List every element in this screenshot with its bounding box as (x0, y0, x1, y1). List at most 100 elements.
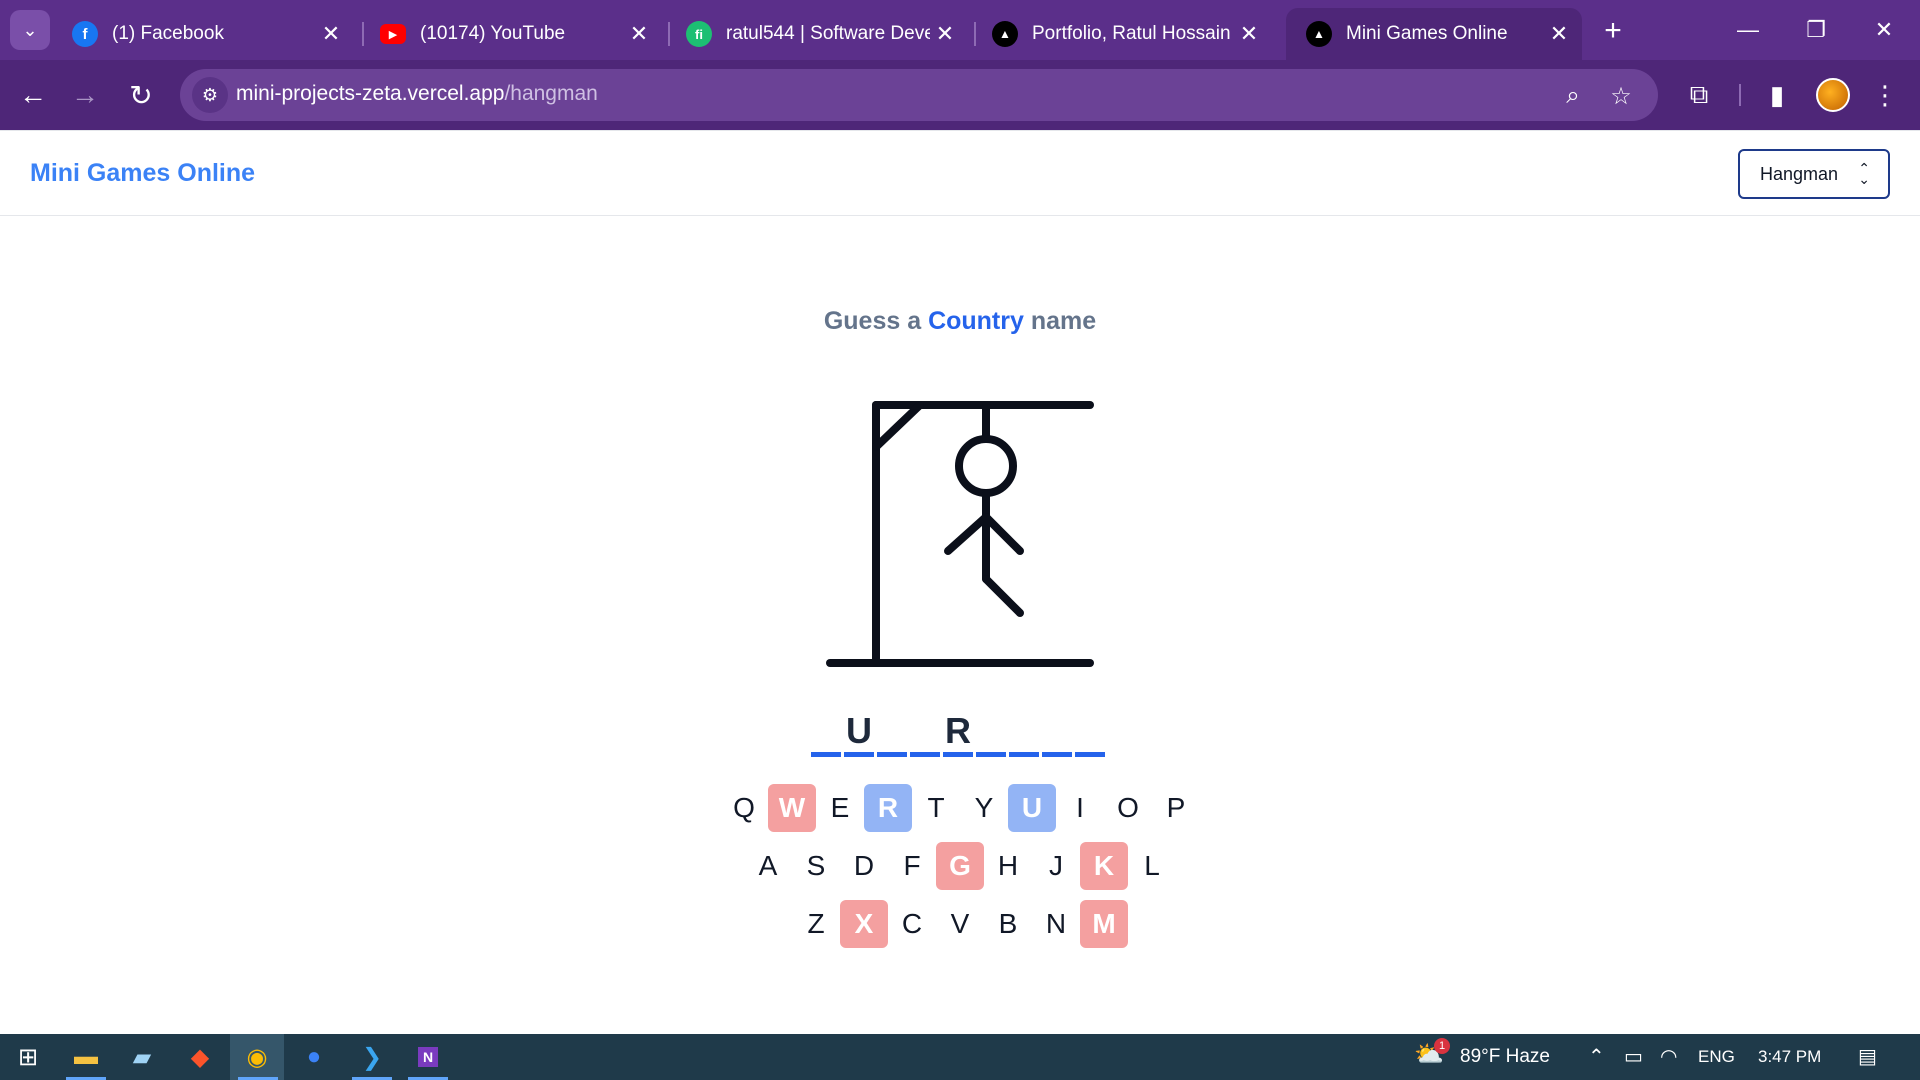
letter-slot: R (943, 711, 973, 757)
letter-key-w[interactable]: W (768, 784, 816, 832)
close-icon[interactable]: ✕ (316, 21, 346, 47)
letter-slot (877, 711, 907, 757)
letter-key-h[interactable]: H (984, 842, 1032, 890)
letter-slot (976, 711, 1006, 757)
letter-slot (811, 711, 841, 757)
close-icon[interactable]: ✕ (1544, 21, 1574, 47)
letter-key-u[interactable]: U (1008, 784, 1056, 832)
letter-key-b[interactable]: B (984, 900, 1032, 948)
keyboard-row: ASDFGHJKL (0, 842, 1920, 890)
letter-key-e[interactable]: E (816, 784, 864, 832)
extensions-puzzle-icon[interactable]: ⧉ (1678, 74, 1720, 116)
address-bar[interactable]: ⚙ mini-projects-zeta.vercel.app/hangman … (180, 69, 1658, 121)
letter-key-q[interactable]: Q (720, 784, 768, 832)
battery-icon[interactable]: ▭ (1624, 1044, 1643, 1069)
file-explorer-icon[interactable]: ▬ (58, 1034, 114, 1080)
letter-key-z[interactable]: Z (792, 900, 840, 948)
game-select-dropdown[interactable]: Hangman ⌃ ⌄ (1738, 149, 1890, 199)
hangman-drawing (826, 401, 1094, 667)
brand-logo-link[interactable]: Mini Games Online (30, 159, 255, 188)
close-icon[interactable]: ✕ (930, 21, 960, 47)
back-arrow-icon[interactable]: ← (12, 74, 54, 116)
fiverr-icon: fi (686, 21, 712, 47)
prompt-suffix: name (1030, 307, 1097, 335)
prompt-prefix: Guess a (823, 307, 922, 335)
brave-icon[interactable]: ◆ (172, 1034, 228, 1080)
letter-key-y[interactable]: Y (960, 784, 1008, 832)
letter-key-m[interactable]: M (1080, 900, 1128, 948)
letter-key-o[interactable]: O (1104, 784, 1152, 832)
wifi-icon[interactable]: ◠ (1660, 1044, 1677, 1069)
letter-key-t[interactable]: T (912, 784, 960, 832)
tab-portfolio[interactable]: ▲ Portfolio, Ratul Hossain ✕ (972, 8, 1272, 60)
url-text[interactable]: mini-projects-zeta.vercel.app/hangman (236, 82, 598, 106)
game-prompt: Guess a Country name (0, 307, 1920, 336)
tab-title: (10174) YouTube (420, 23, 566, 44)
letter-key-i[interactable]: I (1056, 784, 1104, 832)
reload-icon[interactable]: ↻ (120, 74, 162, 116)
select-updown-icon: ⌃ ⌄ (1858, 160, 1870, 187)
letter-key-d[interactable]: D (840, 842, 888, 890)
hangman-right-leg (982, 575, 1024, 617)
toolbar-divider (1739, 84, 1741, 106)
forward-arrow-icon[interactable]: → (64, 74, 106, 116)
close-window-icon[interactable]: ✕ (1854, 8, 1914, 52)
letter-key-c[interactable]: C (888, 900, 936, 948)
side-panel-icon[interactable]: ▮ (1756, 74, 1798, 116)
language-indicator[interactable]: ENG (1698, 1047, 1735, 1067)
letter-slot (1075, 711, 1105, 757)
notification-icon[interactable]: ▤ (1858, 1044, 1877, 1069)
letter-key-n[interactable]: N (1032, 900, 1080, 948)
hangman-head (955, 435, 1017, 497)
firefox-icon[interactable]: ● (286, 1034, 342, 1080)
letter-key-j[interactable]: J (1032, 842, 1080, 890)
bookmark-star-icon[interactable]: ☆ (1606, 81, 1636, 111)
tab-facebook[interactable]: f (1) Facebook ✕ (52, 8, 354, 60)
windows-taskbar: ⊞ ▬ ▰ ◆ ◉ ● ❯ N ⛅ 1 89°F Haze ⌃ ▭ ◠ ENG … (0, 1034, 1920, 1080)
onenote-icon[interactable]: N (400, 1034, 456, 1080)
more-menu-icon[interactable]: ⋮ (1864, 74, 1906, 116)
letter-slot (1042, 711, 1072, 757)
chrome-icon[interactable]: ◉ (230, 1034, 284, 1080)
letter-key-p[interactable]: P (1152, 784, 1200, 832)
weather-text[interactable]: 89°F Haze (1460, 1046, 1550, 1068)
minimize-icon[interactable]: — (1718, 8, 1778, 52)
letter-key-s[interactable]: S (792, 842, 840, 890)
tab-search-chevron-icon[interactable]: ⌄ (10, 10, 50, 50)
word-display: UR (811, 711, 1108, 761)
windows-start-icon[interactable]: ⊞ (0, 1034, 56, 1080)
tab-mini-games[interactable]: ▲ Mini Games Online ✕ (1286, 8, 1582, 60)
letter-slot: U (844, 711, 874, 757)
close-icon[interactable]: ✕ (624, 21, 654, 47)
browser-toolbar: ← → ↻ ⚙ mini-projects-zeta.vercel.app/ha… (0, 60, 1920, 130)
letter-key-r[interactable]: R (864, 784, 912, 832)
letter-slot (1009, 711, 1039, 757)
letter-key-l[interactable]: L (1128, 842, 1176, 890)
tab-title: Mini Games Online (1346, 23, 1508, 44)
letter-key-v[interactable]: V (936, 900, 984, 948)
tab-title: Portfolio, Ratul Hossain (1032, 23, 1231, 44)
site-settings-icon[interactable]: ⚙ (192, 77, 228, 113)
tab-fiverr[interactable]: fi ratul544 | Software Devel ✕ (666, 8, 968, 60)
letter-key-x[interactable]: X (840, 900, 888, 948)
close-icon[interactable]: ✕ (1234, 21, 1264, 47)
notepad-icon[interactable]: ▰ (114, 1034, 170, 1080)
keyboard-row: QWERTYUIOP (0, 784, 1920, 832)
chevron-up-icon[interactable]: ⌃ (1588, 1044, 1605, 1069)
tab-youtube[interactable]: ▶ (10174) YouTube ✕ (360, 8, 662, 60)
vscode-icon[interactable]: ❯ (344, 1034, 400, 1080)
page-content: Mini Games Online Hangman ⌃ ⌄ Guess a Cou… (0, 130, 1920, 1034)
letter-key-a[interactable]: A (744, 842, 792, 890)
browser-tab-strip: ⌄ f (1) Facebook ✕ ▶ (10174) YouTube ✕ f… (0, 0, 1920, 60)
letter-key-g[interactable]: G (936, 842, 984, 890)
hangman-right-arm (982, 513, 1024, 555)
letter-key-k[interactable]: K (1080, 842, 1128, 890)
letter-key-f[interactable]: F (888, 842, 936, 890)
profile-avatar[interactable] (1816, 78, 1850, 112)
vercel-icon: ▲ (1306, 21, 1332, 47)
weather-badge: 1 (1434, 1038, 1450, 1054)
new-tab-plus-icon[interactable]: + (1596, 14, 1630, 48)
restore-icon[interactable]: ❐ (1786, 8, 1846, 52)
clock[interactable]: 3:47 PM (1758, 1047, 1821, 1067)
zoom-icon[interactable]: ⌕ (1558, 81, 1588, 111)
